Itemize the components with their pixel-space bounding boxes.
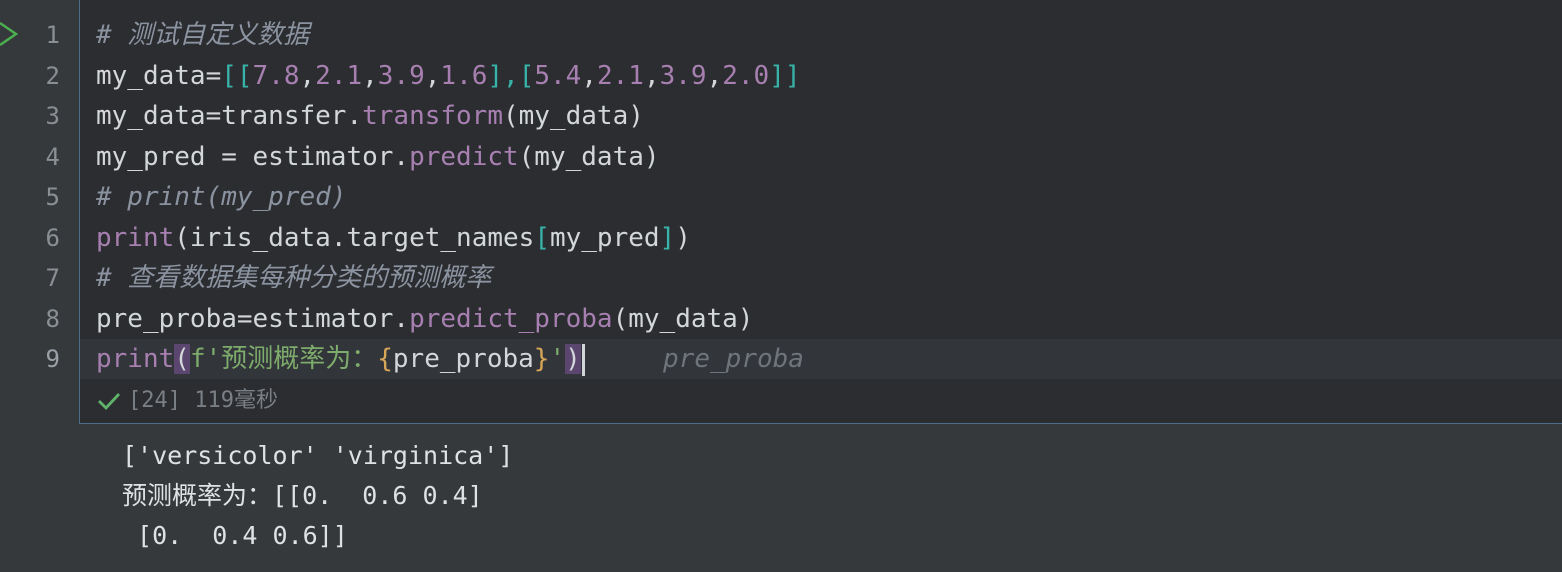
inline-hint: pre_proba bbox=[663, 344, 804, 374]
code-token: ' bbox=[549, 344, 566, 374]
code-token: f'预测概率为： bbox=[189, 344, 378, 374]
code-line-4[interactable]: my_pred = estimator.predict(my_data) bbox=[96, 137, 660, 177]
line-number: 8 bbox=[45, 305, 60, 333]
code-token: ]] bbox=[769, 61, 801, 91]
code-token: my_pred = estimator. bbox=[96, 142, 410, 172]
line-number: 3 bbox=[45, 102, 60, 130]
code-token: 7.8 bbox=[252, 61, 300, 91]
code-token: print bbox=[96, 344, 175, 374]
code-token: my_data=transfer. bbox=[96, 101, 363, 131]
code-token: ) bbox=[675, 223, 691, 253]
line-number: 6 bbox=[45, 224, 60, 252]
output-line: [0. 0.4 0.6]] bbox=[122, 521, 348, 550]
cell-output: ['versicolor' 'virginica'] 预测概率为：[[0. 0.6… bbox=[122, 436, 513, 556]
code-line-1[interactable]: # 测试自定义数据 bbox=[96, 15, 309, 55]
code-token: ] bbox=[659, 223, 676, 253]
code-line-5[interactable]: # print(my_pred) bbox=[96, 177, 346, 217]
code-token: , bbox=[362, 61, 378, 91]
line-number: 5 bbox=[45, 183, 60, 211]
code-token: { bbox=[377, 344, 393, 374]
code-line-2[interactable]: my_data=[[7.8,2.1,3.9,1.6],[5.4,2.1,3.9,… bbox=[96, 56, 801, 96]
line-gutter: 1 2 3 4 5 6 7 8 9 bbox=[0, 0, 80, 424]
code-token: my_data= bbox=[96, 61, 222, 91]
output-line: 预测概率为：[[0. 0.6 0.4] bbox=[122, 481, 483, 510]
code-token: pre_proba bbox=[392, 344, 534, 374]
cell-execution-status: [24] 119毫秒 bbox=[96, 384, 278, 418]
code-token: , bbox=[299, 61, 316, 91]
code-line-9[interactable]: print(f'预测概率为：{pre_proba}') pre_proba bbox=[96, 339, 804, 379]
code-token: pre_proba=estimator. bbox=[96, 304, 410, 334]
code-token: (my_data) bbox=[518, 142, 660, 172]
code-token: 3.9 bbox=[377, 61, 425, 91]
code-token: 5.4 bbox=[534, 61, 582, 91]
code-token: my_pred bbox=[549, 223, 660, 253]
code-token: , bbox=[581, 61, 597, 91]
line-number: 1 bbox=[45, 21, 60, 49]
code-line-3[interactable]: my_data=transfer.transform(my_data) bbox=[96, 96, 644, 136]
code-token: , bbox=[706, 61, 723, 91]
code-line-6[interactable]: print(iris_data.target_names[my_pred]) bbox=[96, 218, 691, 258]
check-icon bbox=[98, 393, 121, 411]
code-token: , bbox=[424, 61, 441, 91]
code-token: print bbox=[96, 223, 175, 253]
code-line-8[interactable]: pre_proba=estimator.predict_proba(my_dat… bbox=[96, 299, 753, 339]
output-line: ['versicolor' 'virginica'] bbox=[122, 441, 514, 470]
matched-bracket: ( bbox=[174, 344, 190, 374]
code-token: predict_proba bbox=[409, 304, 613, 334]
line-number: 2 bbox=[45, 62, 60, 90]
code-token: 2.1 bbox=[596, 61, 644, 91]
line-number-current: 9 bbox=[45, 345, 60, 373]
code-token: transform bbox=[362, 101, 503, 131]
code-token: 3.9 bbox=[659, 61, 707, 91]
code-token: 2.0 bbox=[722, 61, 770, 91]
code-token: ],[ bbox=[487, 61, 535, 91]
code-token: } bbox=[533, 344, 550, 374]
line-number: 7 bbox=[45, 264, 60, 292]
code-token: predict bbox=[409, 142, 519, 172]
execution-count: [24] bbox=[128, 388, 181, 413]
run-cell-icon[interactable] bbox=[0, 20, 20, 48]
code-token: , bbox=[643, 61, 660, 91]
code-token: (my_data) bbox=[503, 101, 644, 131]
code-token: [ bbox=[534, 223, 550, 253]
code-token: (my_data) bbox=[612, 304, 754, 334]
code-cell-editor[interactable]: # 测试自定义数据 my_data=[[7.8,2.1,3.9,1.6],[5.… bbox=[79, 0, 1562, 424]
code-token: [[ bbox=[221, 61, 253, 91]
matched-bracket: ) bbox=[565, 344, 581, 374]
code-token: 1.6 bbox=[440, 61, 488, 91]
execution-duration: 119毫秒 bbox=[194, 388, 278, 413]
code-token: (iris_data.target_names bbox=[174, 223, 535, 253]
code-token: 2.1 bbox=[315, 61, 363, 91]
code-line-7[interactable]: # 查看数据集每种分类的预测概率 bbox=[96, 258, 491, 298]
line-number: 4 bbox=[45, 143, 60, 171]
